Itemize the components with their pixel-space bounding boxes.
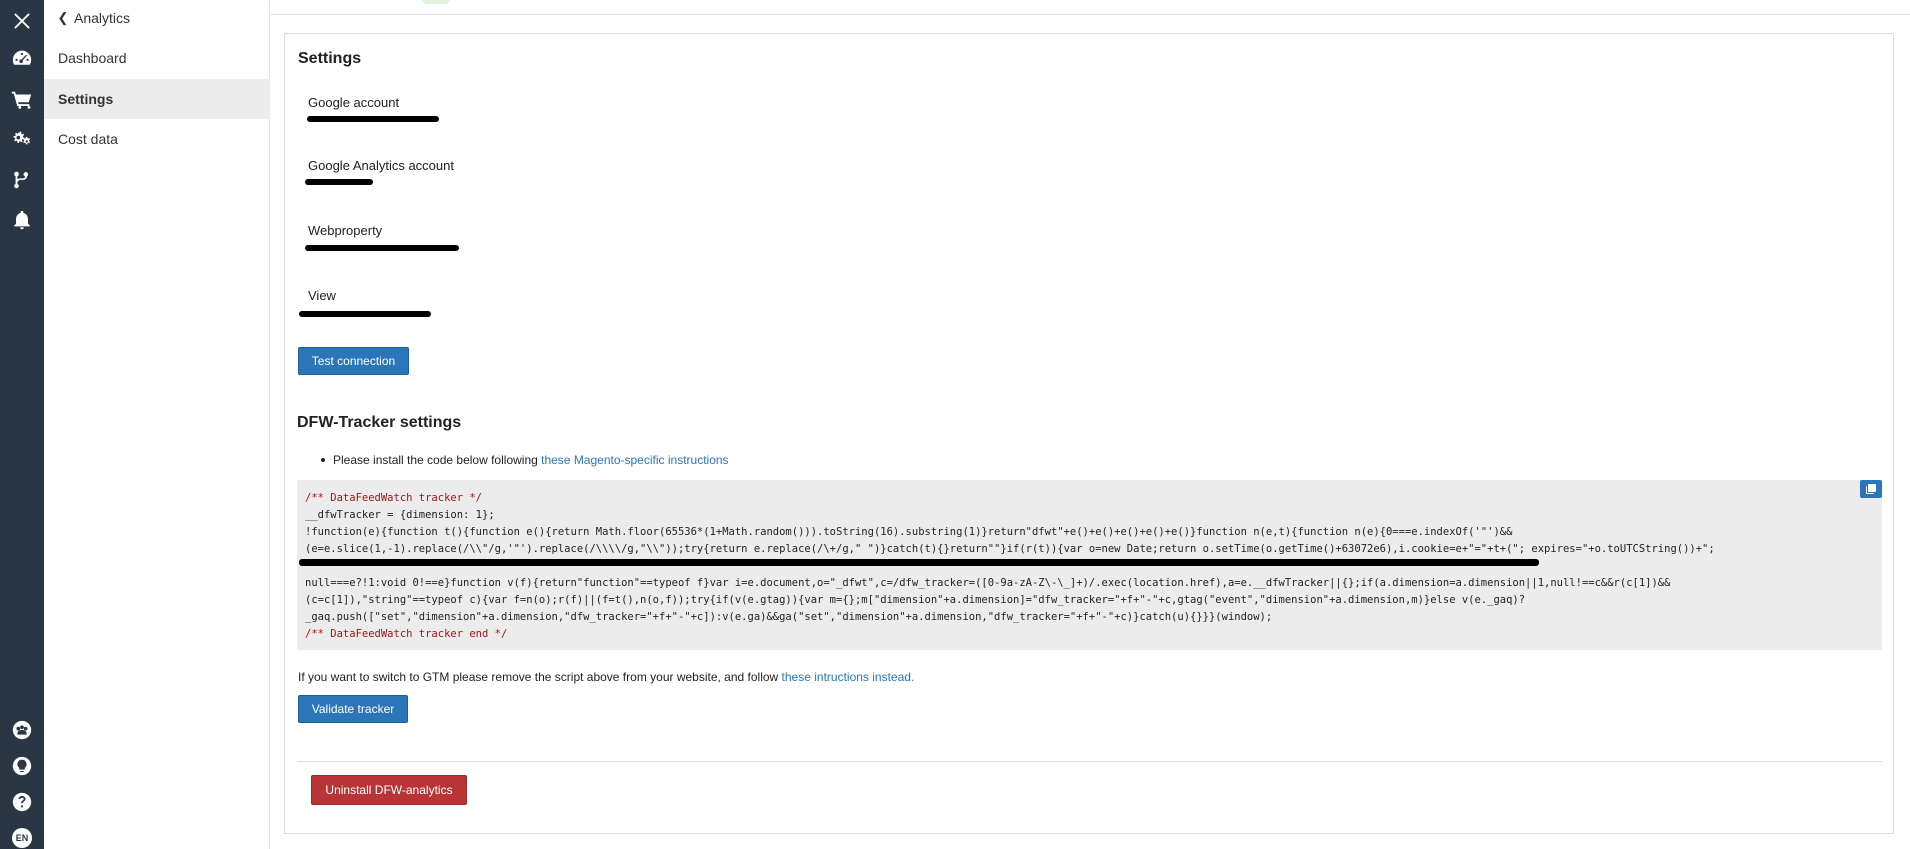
code-line: !function(e){function t(){function e(){r… <box>305 526 1513 538</box>
webproperty-value-redacted <box>305 245 459 251</box>
code-line: null===e?!1:void 0!==e}function v(f){ret… <box>305 577 1671 589</box>
status-pill <box>422 0 450 4</box>
help-icon[interactable] <box>0 782 44 822</box>
view-label: View <box>308 288 336 303</box>
validate-tracker-button[interactable]: Validate tracker <box>298 695 408 723</box>
main-content: Settings Google account Google Analytics… <box>270 0 1910 849</box>
bell-icon[interactable] <box>0 200 44 240</box>
analytics-subnav: ❮ Analytics Dashboard Settings Cost data <box>44 0 270 849</box>
google-account-value-redacted <box>307 116 439 122</box>
sidebar-item-cost-data[interactable]: Cost data <box>44 119 270 159</box>
code-line-redacted <box>299 559 1539 566</box>
install-instruction: Please install the code below following … <box>321 453 729 467</box>
section-divider <box>297 761 1882 762</box>
back-label: Analytics <box>74 10 131 26</box>
tracker-settings-title: DFW-Tracker settings <box>297 414 462 431</box>
magento-instructions-link[interactable]: these Magento-specific instructions <box>541 453 728 467</box>
tracker-code: /** DataFeedWatch tracker */ __dfwTracke… <box>305 490 1865 643</box>
copy-icon <box>1866 484 1876 494</box>
settings-title: Settings <box>298 50 362 67</box>
install-instruction-text: Please install the code below following <box>333 453 542 467</box>
gears-icon[interactable] <box>0 119 44 159</box>
lightbulb-icon[interactable] <box>0 746 44 786</box>
support-icon[interactable] <box>0 710 44 750</box>
code-line: __dfwTracker = {dimension: 1}; <box>305 509 495 521</box>
webproperty-label: Webproperty <box>308 223 383 238</box>
back-to-analytics[interactable]: ❮ Analytics <box>56 9 130 27</box>
top-strip <box>270 0 1910 15</box>
icon-rail: EN <box>0 0 44 849</box>
code-line: (c=c[1]),"string"==typeof c){var f=n(o);… <box>305 594 1526 606</box>
language-label: EN <box>12 828 32 848</box>
test-connection-button[interactable]: Test connection <box>298 347 409 375</box>
bullet-dot <box>321 457 325 462</box>
gtm-instructions-link[interactable]: these intructions instead. <box>782 670 915 684</box>
sidebar-item-label: Settings <box>58 91 114 107</box>
uninstall-button[interactable]: Uninstall DFW-analytics <box>311 775 467 805</box>
settings-panel: Settings Google account Google Analytics… <box>284 33 1894 834</box>
sidebar-item-settings[interactable]: Settings <box>44 79 270 119</box>
ga-account-value-redacted <box>305 179 373 185</box>
code-line: /** DataFeedWatch tracker */ <box>305 492 483 504</box>
sidebar-item-label: Cost data <box>58 131 118 147</box>
code-line: _gaq.push(["set","dimension"+a.dimension… <box>305 611 1273 623</box>
close-icon[interactable] <box>0 1 44 41</box>
view-value-redacted <box>299 311 431 317</box>
google-account-label: Google account <box>308 95 400 110</box>
cart-icon[interactable] <box>0 80 44 120</box>
ga-account-label: Google Analytics account <box>308 158 454 173</box>
tracker-code-block[interactable]: /** DataFeedWatch tracker */ __dfwTracke… <box>297 480 1882 650</box>
gtm-note-text: If you want to switch to GTM please remo… <box>298 670 782 684</box>
language-icon[interactable]: EN <box>0 818 44 849</box>
sidebar-item-label: Dashboard <box>58 50 127 66</box>
gtm-note: If you want to switch to GTM please remo… <box>298 670 914 684</box>
chevron-left-icon: ❮ <box>57 10 69 25</box>
code-line: (e=e.slice(1,-1).replace(/\\"/g,'"').rep… <box>305 543 1715 555</box>
branch-icon[interactable] <box>0 160 44 200</box>
dashboard-icon[interactable] <box>0 38 44 78</box>
sidebar-item-dashboard[interactable]: Dashboard <box>44 38 270 78</box>
code-line: /** DataFeedWatch tracker end */ <box>305 628 508 640</box>
